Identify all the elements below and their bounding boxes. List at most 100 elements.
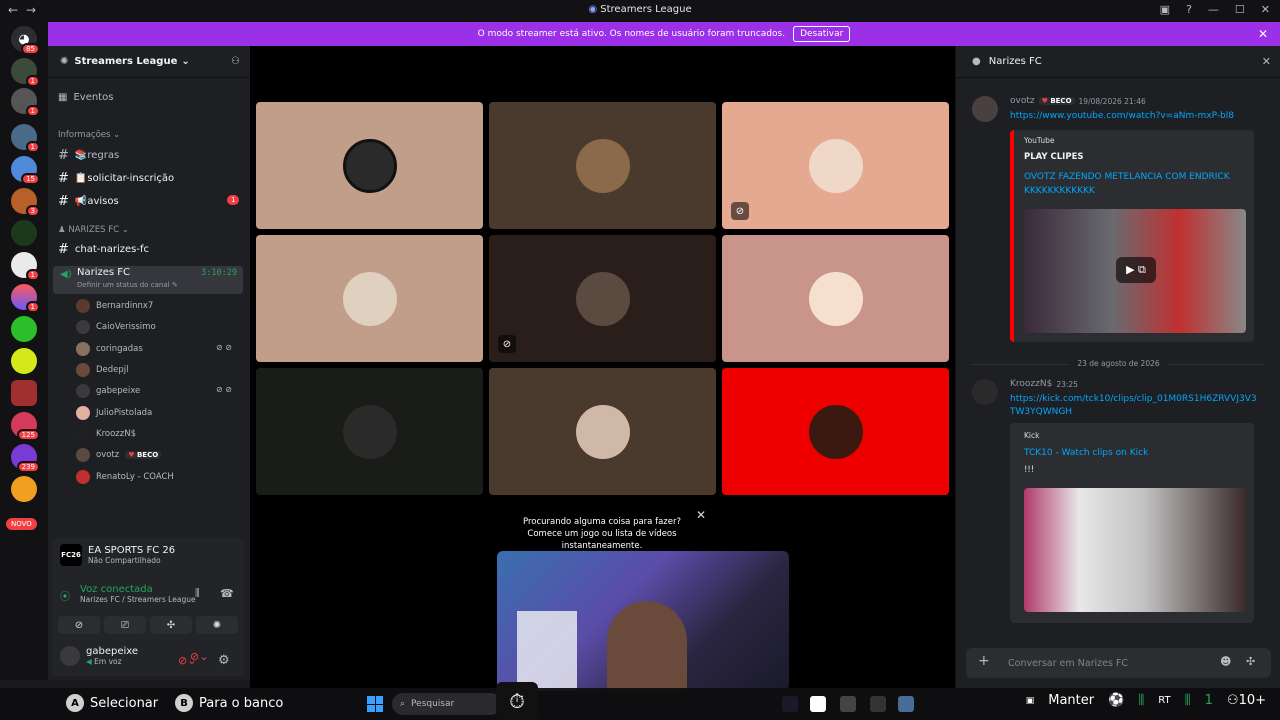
category-icon: ♟ <box>58 225 69 235</box>
video-tile[interactable] <box>722 368 949 495</box>
embed-title[interactable]: OVOTZ FAZENDO METELANCIA COM ENDRICK KKK… <box>1024 170 1244 198</box>
video-tile[interactable] <box>489 102 716 229</box>
timer-icon[interactable]: ⏱ <box>496 682 538 720</box>
webcam-person <box>607 601 687 691</box>
video-tile[interactable] <box>722 235 949 362</box>
video-thumbnail[interactable]: ▶ ⧉ <box>1024 209 1246 333</box>
voice-stage: ⊘ ⊘ Procurando alguma coisa para fazer? … <box>250 46 955 691</box>
current-user[interactable]: gabepeixe ◀ Em voz <box>60 646 138 666</box>
inbox-icon[interactable]: ▣ <box>1160 3 1170 16</box>
settings-gear-icon[interactable]: ⚙ <box>218 653 230 668</box>
close-icon[interactable]: ✕ <box>1262 55 1271 68</box>
add-member-icon[interactable]: ⚇ <box>231 56 240 67</box>
apps-icon[interactable]: ✣ <box>1246 655 1255 668</box>
avatar <box>76 448 90 462</box>
server-icon[interactable] <box>11 476 37 502</box>
server-icon[interactable]: 3 <box>11 188 40 217</box>
new-badge: NOVO <box>6 518 37 530</box>
activities-button[interactable]: ✣ <box>150 616 192 634</box>
category-narizes[interactable]: ♟ NARIZES FC ⌄ <box>58 225 129 235</box>
message-link[interactable]: https://kick.com/tck10/clips/clip_01M0RS… <box>1010 393 1260 419</box>
clip-thumbnail[interactable] <box>1024 488 1246 612</box>
channel-solicitar[interactable]: # 📋solicitar-inscrição <box>58 171 174 186</box>
disable-streamer-mode-button[interactable]: Desativar <box>793 26 851 42</box>
channel-regras[interactable]: # 📚regras <box>58 148 119 163</box>
chat-header: ● Narizes FC ✕ <box>956 46 1280 78</box>
voice-channel-narizes[interactable]: ◀) Narizes FC 3:10:29 Definir um status … <box>53 266 243 294</box>
app-icon[interactable] <box>840 696 856 712</box>
voice-user[interactable]: KroozzN$ <box>76 427 136 441</box>
channel-status[interactable]: Definir um status do canal ✎ <box>77 281 178 289</box>
embed-title[interactable]: TCK10 - Watch clips on Kick <box>1024 446 1244 460</box>
server-icon[interactable]: 1 <box>11 58 40 87</box>
app-icon[interactable] <box>870 696 886 712</box>
maximize-button[interactable]: ☐ <box>1235 3 1245 16</box>
app-icon[interactable] <box>782 696 798 712</box>
server-icon[interactable] <box>11 348 37 374</box>
activity-game[interactable]: FC26 EA SPORTS FC 26 Não Compartilhado <box>60 544 175 566</box>
voice-connection[interactable]: ⦿ Voz conectada Narizes FC / Streamers L… <box>60 584 196 604</box>
discord-home-icon[interactable]: ◕ 85 <box>11 26 40 55</box>
soundboard-button[interactable]: ✺ <box>196 616 238 634</box>
server-icon[interactable]: 15 <box>11 156 40 185</box>
server-icon[interactable]: 1 <box>11 252 40 281</box>
channel-avisos[interactable]: # 📢avisos <box>58 194 119 209</box>
minimize-button[interactable]: — <box>1208 3 1219 16</box>
play-icon[interactable]: ▶ ⧉ <box>1116 257 1156 283</box>
gear-icon: ✺ <box>60 56 69 67</box>
windows-start-icon[interactable] <box>367 696 383 712</box>
voice-user[interactable]: Dedepjl <box>76 363 129 377</box>
server-icon[interactable]: 239 <box>11 444 40 473</box>
system-tray: ▣ Manter ⚽ ⫼ RT ⫼ 1 ⚇10+ <box>1025 693 1266 708</box>
disconnect-icon[interactable]: ☎ <box>220 587 234 600</box>
avatar <box>575 404 630 459</box>
help-icon[interactable]: ? <box>1186 3 1192 16</box>
camera-off-button[interactable]: ⊘ <box>58 616 100 634</box>
close-icon[interactable]: ✕ <box>696 508 706 522</box>
events-channel[interactable]: ▦ Eventos <box>58 92 113 103</box>
server-icon[interactable]: 125 <box>11 412 40 441</box>
voice-user[interactable]: Bernardinnx7 <box>76 299 153 313</box>
emoji-icon[interactable]: ☻ <box>1220 655 1231 668</box>
user-panel: FC26 EA SPORTS FC 26 Não Compartilhado ⦿… <box>52 538 244 676</box>
server-icon[interactable] <box>11 316 37 342</box>
video-tile[interactable] <box>256 102 483 229</box>
server-list: ◕85 1 1 1 15 3 1 1 125 125 239 NOVO <box>0 22 48 680</box>
avatar[interactable] <box>972 379 998 405</box>
deafen-button[interactable]: ⊘⌄ <box>178 654 196 667</box>
chrome-icon[interactable] <box>810 696 826 712</box>
video-tile[interactable] <box>489 368 716 495</box>
server-icon[interactable]: 1 <box>11 124 40 153</box>
voice-user[interactable]: gabepeixe <box>76 384 140 398</box>
video-tile[interactable] <box>256 368 483 495</box>
noise-suppression-icon[interactable]: ⫼ <box>195 588 200 599</box>
category-info[interactable]: Informações ⌄ <box>58 130 120 140</box>
video-tile[interactable]: ⊘ <box>489 235 716 362</box>
server-icon[interactable]: 1 <box>11 284 40 313</box>
server-icon[interactable] <box>11 220 37 246</box>
server-header[interactable]: ✺ Streamers League ⌄ ⚇ <box>48 46 250 78</box>
server-icon[interactable]: 1 <box>11 88 40 117</box>
video-tile[interactable]: ⊘ <box>722 102 949 229</box>
voice-user[interactable]: ovotz ♥ BECO <box>76 448 162 462</box>
voice-timer: 3:10:29 <box>201 268 237 278</box>
voice-user[interactable]: RenatoLy - COACH <box>76 470 174 484</box>
message-link[interactable]: https://www.youtube.com/watch?v=aNm-mxP-… <box>1010 110 1260 123</box>
chat-bubble-icon: ● <box>972 56 981 67</box>
server-icon[interactable]: 125 <box>11 380 37 406</box>
settings-icon[interactable] <box>898 696 914 712</box>
a-button-icon: A <box>66 694 84 712</box>
screen-share-button[interactable]: ⎚ <box>104 616 146 634</box>
taskbar-search[interactable]: ⌕ Pesquisar <box>392 693 502 715</box>
avatar <box>808 404 863 459</box>
voice-user[interactable]: CaioVerissimo <box>76 320 156 334</box>
message-input[interactable] <box>1008 654 1208 672</box>
channel-chat-narizes[interactable]: # chat-narizes-fc <box>58 242 149 257</box>
avatar[interactable] <box>972 96 998 122</box>
voice-user[interactable]: JulioPistolada <box>76 406 152 420</box>
video-tile[interactable] <box>256 235 483 362</box>
close-icon[interactable]: ✕ <box>1258 27 1268 41</box>
voice-user[interactable]: coringadas <box>76 342 143 356</box>
close-window-button[interactable]: ✕ <box>1261 3 1270 16</box>
add-attachment-icon[interactable]: + <box>978 653 990 669</box>
